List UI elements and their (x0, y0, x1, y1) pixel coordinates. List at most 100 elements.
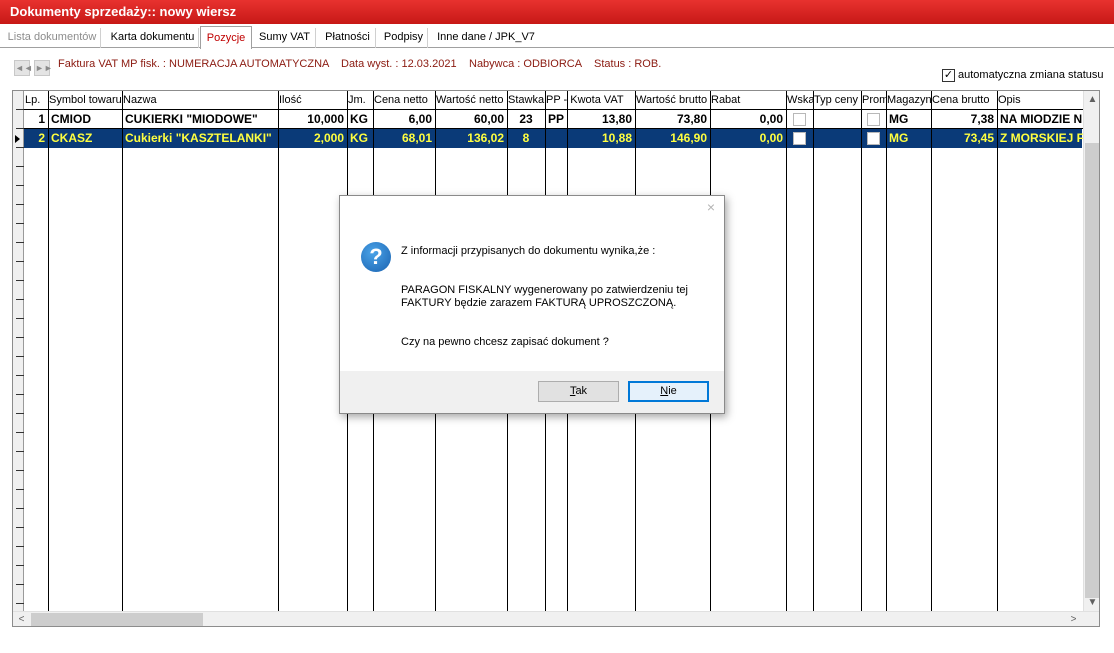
scroll-down-icon[interactable]: ▼ (1084, 594, 1099, 611)
cell-wartosc-netto[interactable]: 136,02 (435, 129, 507, 148)
yes-button[interactable]: Tak (538, 381, 619, 402)
row-tick (16, 451, 24, 452)
cell-cena-netto[interactable]: 68,01 (373, 129, 435, 148)
nav-next-icon[interactable]: ►► (34, 60, 53, 76)
horizontal-scroll-thumb[interactable] (31, 613, 203, 626)
col-header-nazwa[interactable]: Nazwa (122, 91, 278, 110)
nav-first-icon[interactable]: ◄◄ (14, 60, 33, 76)
dialog-message-intro: Z informacji przypisanych do dokumentu w… (401, 245, 656, 257)
vertical-scroll-thumb[interactable] (1085, 143, 1099, 598)
cell-rabat[interactable]: 0,00 (710, 110, 786, 129)
col-header-magazyn[interactable]: Magazyn (886, 91, 931, 110)
cell-ilosc[interactable]: 2,000 (278, 129, 347, 148)
cell-wska-checkbox[interactable] (793, 132, 806, 145)
row-tick (16, 565, 24, 566)
col-header-ilosc[interactable]: Ilość (278, 91, 347, 110)
cell-stawka[interactable]: 23 (507, 110, 545, 129)
cell-wartosc-brutto[interactable]: 73,80 (635, 110, 710, 129)
cell-opis[interactable]: NA MIODZIE N (997, 110, 1083, 129)
cell-symbol[interactable]: CMIOD (48, 110, 122, 129)
tab-platnosci[interactable]: Płatności (320, 28, 376, 48)
cell-rabat[interactable]: 0,00 (710, 129, 786, 148)
cell-symbol[interactable]: CKASZ (48, 129, 122, 148)
row-tick (16, 508, 24, 509)
yes-label: ak (575, 385, 588, 397)
cell-opis[interactable]: Z MORSKIEJ F (997, 129, 1083, 148)
application-window: Dokumenty sprzedaży:: nowy wiersz Lista … (0, 0, 1114, 653)
cell-jm[interactable]: KG (347, 110, 373, 129)
col-header-typ-ceny[interactable]: Typ ceny (813, 91, 861, 110)
row-tick (16, 394, 24, 395)
tab-sumy-vat[interactable]: Sumy VAT (254, 28, 316, 48)
col-header-prom[interactable]: Prom (861, 91, 886, 110)
cell-magazyn[interactable]: MG (886, 129, 931, 148)
cell-stawka[interactable]: 8 (507, 129, 545, 148)
check-icon[interactable]: ✓ (942, 69, 955, 82)
row-tick (16, 261, 24, 262)
cell-wska-checkbox[interactable] (793, 113, 806, 126)
cell-ilosc[interactable]: 10,000 (278, 110, 347, 129)
row-tick (16, 356, 24, 357)
confirm-dialog: × ? Z informacji przypisanych do dokumen… (339, 195, 725, 414)
close-icon[interactable]: × (704, 200, 718, 214)
row-tick (16, 584, 24, 585)
col-header-cena-brutto[interactable]: Cena brutto (931, 91, 997, 110)
cell-prom-checkbox[interactable] (867, 132, 880, 145)
cell-nazwa[interactable]: Cukierki "KASZTELANKI" (122, 129, 278, 148)
column-divider (997, 91, 998, 611)
tab-podpisy[interactable]: Podpisy (380, 28, 428, 48)
no-button[interactable]: Nie (628, 381, 709, 402)
cell-pp[interactable]: PP (545, 110, 567, 129)
col-header-opis[interactable]: Opis (997, 91, 1083, 110)
col-header-wska[interactable]: Wska (786, 91, 813, 110)
horizontal-scrollbar[interactable]: < > (13, 611, 1099, 626)
row-pointer-icon (15, 135, 20, 143)
col-header-kwota-vat[interactable]: PP - Kwota VAT (545, 91, 635, 110)
cell-nazwa[interactable]: CUKIERKI "MIODOWE" (122, 110, 278, 129)
row-tick (16, 280, 24, 281)
cell-magazyn[interactable]: MG (886, 110, 931, 129)
cell-jm[interactable]: KG (347, 129, 373, 148)
scroll-up-icon[interactable]: ▲ (1084, 91, 1099, 108)
row-tick (16, 318, 24, 319)
buyer-info: Nabywca : ODBIORCA (469, 58, 583, 70)
question-icon: ? (361, 242, 391, 272)
col-header-rabat[interactable]: Rabat (710, 91, 786, 110)
no-accelerator: N (660, 385, 669, 397)
cell-cena-brutto[interactable]: 73,45 (931, 129, 997, 148)
col-header-stawka[interactable]: Stawka (507, 91, 545, 110)
cell-lp[interactable]: 1 (24, 110, 48, 129)
vertical-scrollbar[interactable]: ▲ ▼ (1083, 91, 1099, 611)
cell-kwota-vat[interactable]: 13,80 (567, 110, 635, 129)
cell-kwota-vat[interactable]: 10,88 (567, 129, 635, 148)
row-tick (16, 185, 24, 186)
col-header-wartosc-brutto[interactable]: Wartość brutto (635, 91, 710, 110)
cell-pp[interactable] (545, 129, 567, 148)
column-divider (861, 91, 862, 611)
scroll-left-icon[interactable]: < (13, 611, 30, 626)
col-header-wartosc-netto[interactable]: Wartość netto (435, 91, 507, 110)
cell-wartosc-netto[interactable]: 60,00 (435, 110, 507, 129)
row-indicator-column (13, 91, 24, 611)
dialog-message-line: FAKTURY będzie zarazem FAKTURĄ UPROSZCZO… (401, 297, 677, 309)
cell-lp[interactable]: 2 (24, 129, 48, 148)
cell-cena-netto[interactable]: 6,00 (373, 110, 435, 129)
col-header-cena-netto[interactable]: Cena netto (373, 91, 435, 110)
scroll-right-icon[interactable]: > (1065, 611, 1082, 626)
col-header-lp[interactable]: Lp. (24, 91, 48, 110)
tab-lista-dokumentow[interactable]: Lista dokumentów (4, 28, 101, 48)
auto-status-label: automatyczna zmiana statusu (958, 69, 1104, 81)
cell-prom-checkbox[interactable] (867, 113, 880, 126)
col-header-jm[interactable]: Jm. (347, 91, 373, 110)
tab-inne-dane[interactable]: Inne dane / JPK_V7 (432, 28, 540, 48)
cell-wartosc-brutto[interactable]: 146,90 (635, 129, 710, 148)
row-tick (16, 489, 24, 490)
tab-pozycje[interactable]: Pozycje (200, 26, 252, 49)
col-header-symbol[interactable]: Symbol towaru (48, 91, 122, 110)
window-title: Dokumenty sprzedaży:: nowy wiersz (0, 0, 1114, 24)
cell-cena-brutto[interactable]: 7,38 (931, 110, 997, 129)
no-label: ie (668, 385, 677, 397)
status-info: Status : ROB. (594, 58, 662, 70)
tab-karta-dokumentu[interactable]: Karta dokumentu (107, 28, 199, 48)
row-tick (16, 242, 24, 243)
